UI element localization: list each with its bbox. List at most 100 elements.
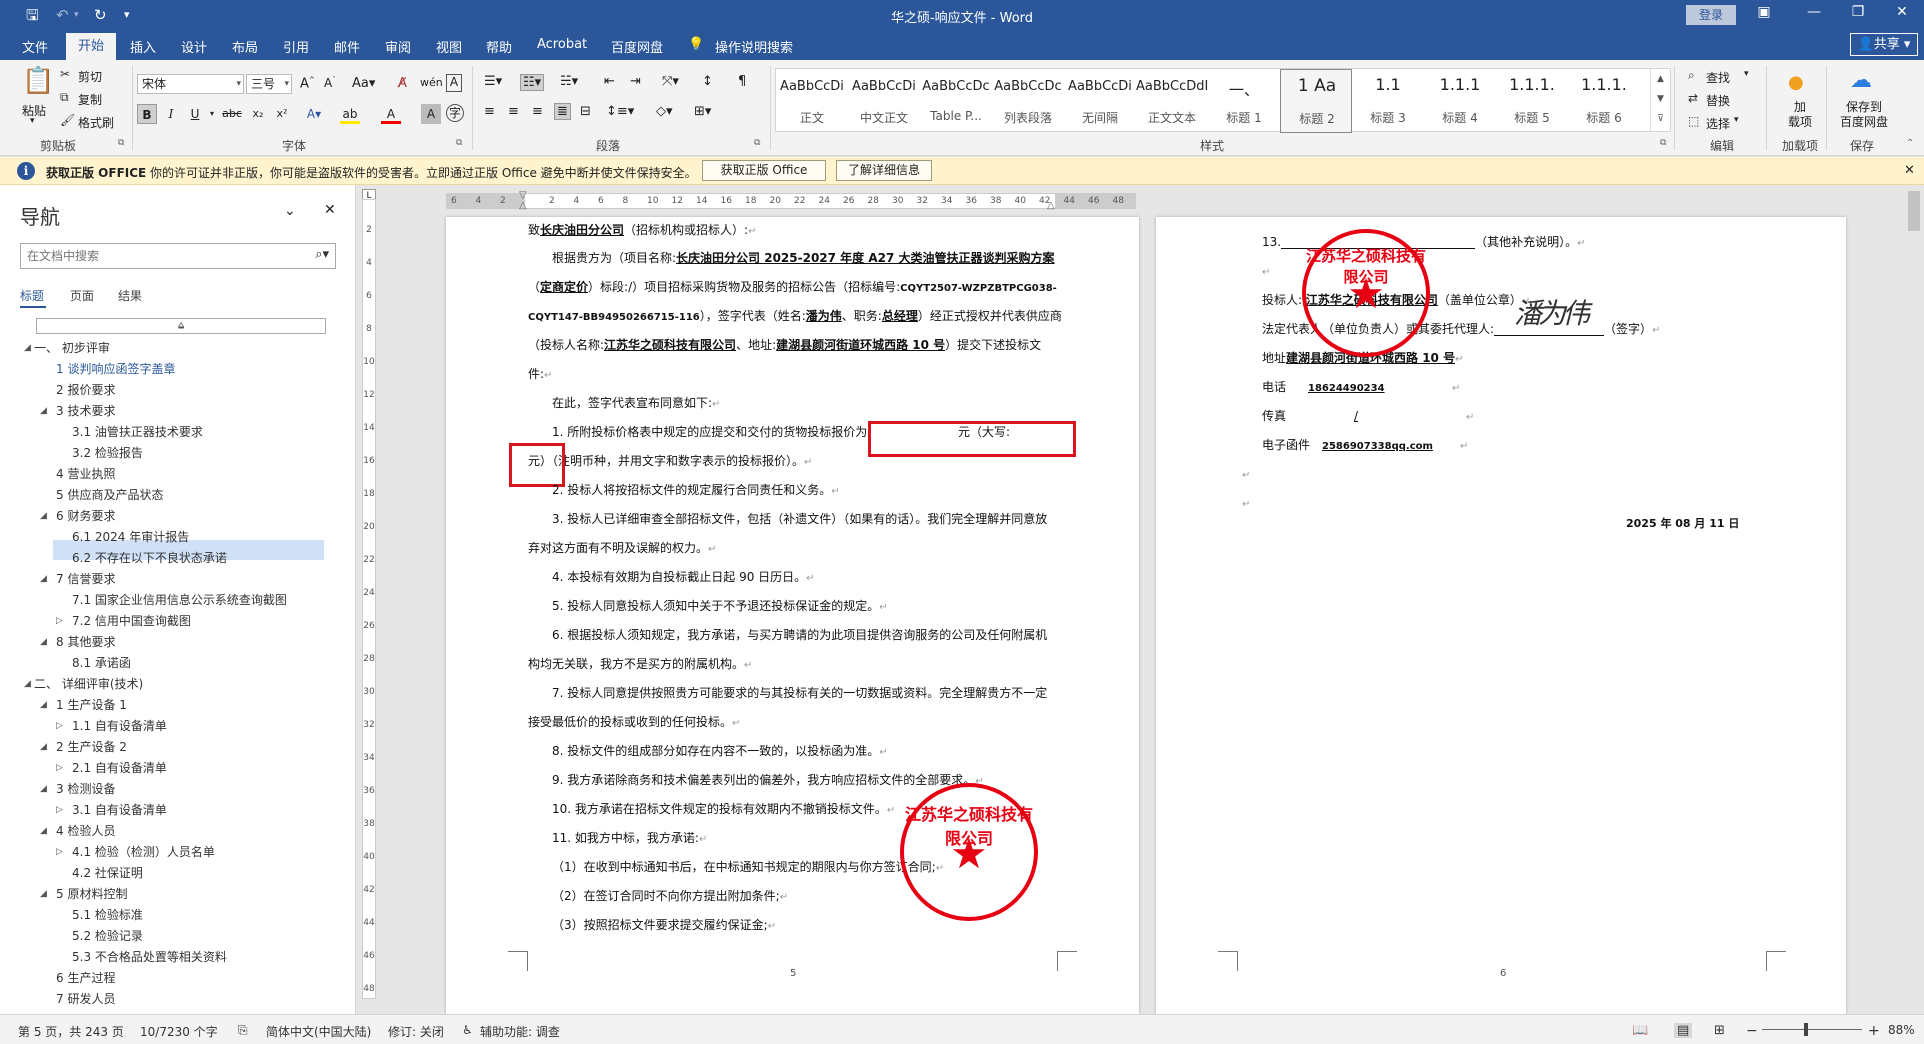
- copy-button[interactable]: 复制: [78, 91, 102, 108]
- nav-heading-item[interactable]: 二、 详细评审(技术): [34, 674, 143, 694]
- nav-heading-item[interactable]: 5 原材料控制: [56, 884, 127, 904]
- nav-heading-item[interactable]: 5 供应商及产品状态: [56, 485, 163, 505]
- grow-font-icon[interactable]: A^: [300, 76, 315, 91]
- word-count[interactable]: 10/7230 个字: [140, 1023, 218, 1040]
- borders-icon[interactable]: ⊞▾: [694, 104, 711, 119]
- collapse-triangle-icon[interactable]: ◢: [24, 674, 31, 694]
- nav-heading-item[interactable]: 4.1 检验（检测）人员名单: [72, 842, 215, 862]
- language[interactable]: 简体中文(中国大陆): [266, 1023, 371, 1040]
- nav-heading-item[interactable]: 6.2 不存在以下不良状态承诺: [72, 548, 227, 568]
- font-size-combo[interactable]: 三号 ▾: [246, 74, 292, 94]
- increase-indent-icon[interactable]: ⇥: [630, 74, 641, 89]
- restore-icon[interactable]: ❐: [1846, 4, 1870, 20]
- nav-scroll-top-icon[interactable]: ⩠: [36, 318, 326, 334]
- read-mode-icon[interactable]: 📖: [1632, 1023, 1648, 1038]
- right-indent-marker[interactable]: △: [1047, 200, 1055, 211]
- expand-triangle-icon[interactable]: ▷: [56, 842, 63, 862]
- italic-button[interactable]: I: [161, 104, 181, 124]
- zoom-out-icon[interactable]: −: [1746, 1023, 1758, 1039]
- find-dropdown-icon[interactable]: ▾: [1744, 69, 1749, 79]
- style-heading-4[interactable]: 1.1.1 标题 4: [1424, 69, 1496, 133]
- nav-heading-item[interactable]: 一、 初步评审: [34, 338, 110, 358]
- underline-dropdown-icon[interactable]: ▾: [202, 104, 222, 124]
- shrink-font-icon[interactable]: Aˇ: [324, 76, 336, 90]
- print-layout-icon[interactable]: ▤: [1674, 1023, 1693, 1038]
- tab-acrobat[interactable]: Acrobat: [537, 37, 587, 52]
- nav-heading-item[interactable]: 2 报价要求: [56, 380, 115, 400]
- collapse-triangle-icon[interactable]: ◢: [40, 401, 47, 421]
- tab-insert[interactable]: 插入: [130, 37, 156, 56]
- nav-heading-item[interactable]: 8.1 承诺函: [72, 653, 131, 673]
- zoom-slider-thumb[interactable]: [1804, 1023, 1808, 1036]
- style-heading-2[interactable]: 1 Aa 标题 2: [1280, 69, 1352, 133]
- expand-triangle-icon[interactable]: ▷: [56, 611, 63, 631]
- style-list-paragraph[interactable]: AaBbCcDc 列表段落: [992, 69, 1064, 133]
- char-shading-icon[interactable]: A: [421, 104, 441, 124]
- search-icon[interactable]: ⌕▾: [315, 247, 329, 262]
- zoom-in-icon[interactable]: +: [1868, 1023, 1880, 1039]
- nav-heading-item[interactable]: 5.2 检验记录: [72, 926, 143, 946]
- select-dropdown-icon[interactable]: ▾: [1734, 115, 1739, 125]
- align-center-icon[interactable]: ≡: [508, 104, 519, 119]
- distribute-icon[interactable]: ⊟: [580, 104, 591, 119]
- nav-heading-item[interactable]: 3.1 自有设备清单: [72, 800, 167, 820]
- collapse-triangle-icon[interactable]: ◢: [40, 632, 47, 652]
- nav-heading-item[interactable]: 2.1 自有设备清单: [72, 758, 167, 778]
- bold-button[interactable]: B: [137, 104, 157, 124]
- multilevel-list-icon[interactable]: ☵▾: [560, 74, 578, 89]
- nav-heading-item[interactable]: 1.1 自有设备清单: [72, 716, 167, 736]
- style-heading-6[interactable]: 1.1.1. 标题 6: [1568, 69, 1640, 133]
- save-to-baidu-button[interactable]: 保存到 百度网盘: [1838, 100, 1890, 130]
- numbering-icon[interactable]: ☷▾: [520, 74, 545, 91]
- login-button[interactable]: 登录: [1686, 5, 1736, 25]
- ribbon-display-icon[interactable]: ▣: [1752, 4, 1776, 20]
- tab-baidu-netdisk[interactable]: 百度网盘: [611, 37, 663, 56]
- format-painter-button[interactable]: 格式刷: [78, 114, 114, 131]
- tab-references[interactable]: 引用: [283, 37, 309, 56]
- style-heading-5[interactable]: 1.1.1. 标题 5: [1496, 69, 1568, 133]
- nav-options-icon[interactable]: ⌄: [284, 203, 296, 219]
- style-body-text[interactable]: AaBbCcDdI 正文文本: [1136, 69, 1208, 133]
- text-effects-icon[interactable]: A▾: [304, 104, 324, 124]
- tab-layout[interactable]: 布局: [232, 37, 258, 56]
- nav-heading-item[interactable]: 7.2 信用中国查询截图: [72, 611, 191, 631]
- nav-heading-item[interactable]: 6 财务要求: [56, 506, 115, 526]
- collapse-triangle-icon[interactable]: ◢: [40, 821, 47, 841]
- collapse-triangle-icon[interactable]: ◢: [40, 779, 47, 799]
- nav-heading-item[interactable]: 6 生产过程: [56, 968, 115, 988]
- style-heading-3[interactable]: 1.1 标题 3: [1352, 69, 1424, 133]
- learn-more-button[interactable]: 了解详细信息: [836, 160, 932, 181]
- nav-search-input[interactable]: [21, 244, 291, 268]
- clear-format-icon[interactable]: A̸: [398, 76, 407, 91]
- nav-tab-pages[interactable]: 页面: [70, 287, 94, 304]
- style-no-spacing[interactable]: AaBbCcDi 无间隔: [1064, 69, 1136, 133]
- change-case-icon[interactable]: Aa▾: [352, 76, 375, 91]
- nav-heading-item[interactable]: 3.1 油管扶正器技术要求: [72, 422, 203, 442]
- nav-heading-item[interactable]: 1 生产设备 1: [56, 695, 127, 715]
- justify-icon[interactable]: ≣: [554, 103, 571, 120]
- cut-button[interactable]: 剪切: [78, 68, 102, 85]
- sort-icon[interactable]: ↕: [702, 74, 713, 89]
- track-changes[interactable]: 修订: 关闭: [388, 1023, 444, 1040]
- enclose-char-icon[interactable]: 字: [446, 104, 464, 122]
- hanging-indent-marker[interactable]: △: [519, 200, 527, 211]
- scroll-thumb[interactable]: [1908, 191, 1920, 231]
- collapse-triangle-icon[interactable]: ◢: [40, 506, 47, 526]
- document-page-5[interactable]: 致长庆油田分公司（招标机构或招标人）:↵ 根据贵方为（项目名称:长庆油田分公司 …: [446, 217, 1139, 1014]
- addins-icon[interactable]: ●: [1788, 72, 1804, 93]
- nav-heading-item[interactable]: 4.2 社保证明: [72, 863, 143, 883]
- shading-icon[interactable]: ◇▾: [656, 104, 673, 119]
- collapse-triangle-icon[interactable]: ◢: [40, 737, 47, 757]
- nav-heading-item[interactable]: 4 营业执照: [56, 464, 115, 484]
- clipboard-launcher-icon[interactable]: ⧉: [118, 138, 124, 148]
- accessibility-status[interactable]: 辅助功能: 调查: [480, 1023, 560, 1040]
- tab-view[interactable]: 视图: [436, 37, 462, 56]
- nav-heading-item[interactable]: 3 技术要求: [56, 401, 115, 421]
- nav-heading-item[interactable]: 5.3 不合格品处置等相关资料: [72, 947, 227, 967]
- tab-home[interactable]: 开始: [66, 33, 116, 60]
- nav-heading-item[interactable]: 7 研发人员: [56, 989, 115, 1009]
- nav-heading-item[interactable]: 5.1 检验标准: [72, 905, 143, 925]
- page-count[interactable]: 第 5 页，共 243 页: [18, 1023, 124, 1040]
- close-window-icon[interactable]: ✕: [1890, 4, 1914, 20]
- styles-launcher-icon[interactable]: ⧉: [1660, 138, 1666, 148]
